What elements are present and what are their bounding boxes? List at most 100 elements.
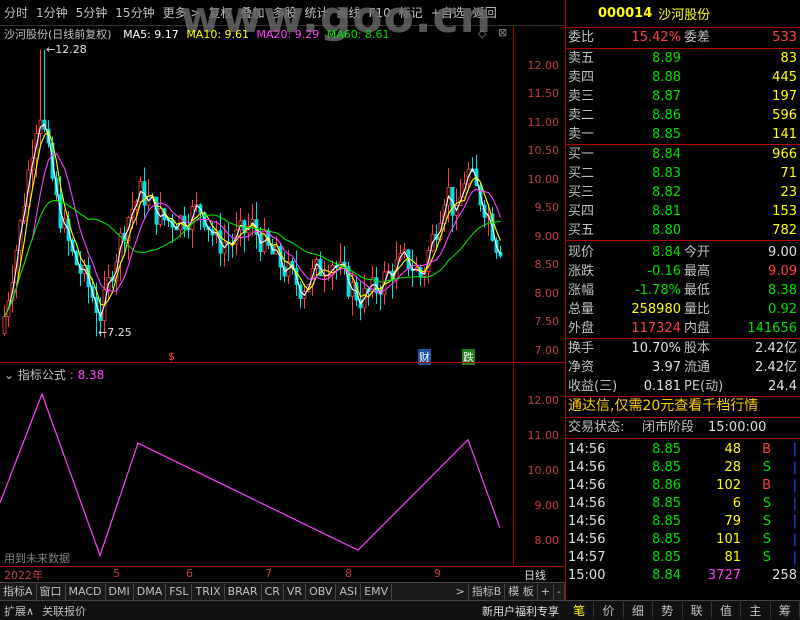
- weibi-value: 15.42%: [631, 30, 681, 45]
- price-tick: 8.00: [534, 286, 560, 300]
- indicator-tick: 11.00: [527, 429, 560, 443]
- tick-side: S: [762, 460, 771, 475]
- fin-label: 净资: [568, 360, 595, 375]
- indicator-tab-8[interactable]: CR: [262, 583, 284, 600]
- tick-time: 14:56: [568, 442, 606, 457]
- tick-bar: |: [792, 460, 797, 475]
- fin-value: 0.181: [643, 379, 681, 394]
- status-label: 交易状态:: [568, 420, 625, 435]
- tick-time: 14:56: [568, 496, 606, 511]
- tick-side: B: [762, 478, 771, 493]
- stat-label: 内盘: [684, 321, 711, 336]
- toolbar-item-3[interactable]: 15分钟: [111, 4, 158, 21]
- toolbar-item-11[interactable]: 标记: [395, 4, 427, 21]
- indicator-tab-3[interactable]: DMI: [106, 583, 134, 600]
- promo-link[interactable]: 新用户福利专享: [478, 603, 563, 619]
- indicator-tab-4[interactable]: DMA: [134, 583, 167, 600]
- indicator-tab-15[interactable]: 模 板: [505, 583, 538, 600]
- price-axis: 12.00 11.50 11.00 10.50 10.00 9.50 9.00 8.50 8.0…: [513, 26, 565, 366]
- indicator-tab-9[interactable]: VR: [284, 583, 307, 600]
- tick-time: 14:56: [568, 460, 606, 475]
- kline-chart[interactable]: [0, 40, 513, 362]
- quote-tab-7[interactable]: 筹: [771, 602, 800, 619]
- toolbar-item-5[interactable]: 复权: [204, 4, 236, 21]
- related-quote-button[interactable]: 关联报价: [38, 603, 90, 619]
- toolbar-item-12[interactable]: +自选: [427, 4, 469, 21]
- stat-value: 9.00: [768, 245, 797, 260]
- price-tick: 11.50: [527, 87, 560, 101]
- quote-tab-0[interactable]: 笔: [565, 602, 595, 619]
- diamond-icon[interactable]: ◇: [478, 27, 486, 40]
- fin-label: 流通: [684, 360, 711, 375]
- period-label[interactable]: 日线: [524, 567, 546, 583]
- toolbar-item-10[interactable]: F10: [365, 6, 395, 20]
- indicator-tab-14[interactable]: 指标B: [469, 583, 506, 600]
- bid-price: 8.81: [652, 204, 681, 219]
- high-annotation: ←12.28: [46, 43, 87, 56]
- indicator-tab-12[interactable]: EMV: [361, 583, 393, 600]
- indicator-tab-0[interactable]: 指标A: [0, 583, 37, 600]
- ask-label: 卖二: [568, 108, 595, 123]
- fin-value: 10.70%: [631, 341, 681, 356]
- ask-volume: 83: [780, 51, 797, 66]
- toolbar-item-1[interactable]: 1分钟: [32, 4, 72, 21]
- indicator-chart[interactable]: [0, 380, 513, 566]
- quote-tab-4[interactable]: 联: [683, 602, 712, 619]
- pane-divider[interactable]: [0, 362, 565, 365]
- stat-label: 总量: [568, 302, 595, 317]
- tick-bar: |: [792, 442, 797, 457]
- quote-row: 买三 8.82 23: [566, 183, 800, 202]
- quote-row: 总量 258980 量比 0.92: [566, 300, 800, 319]
- ask-volume: 445: [772, 70, 797, 85]
- toolbar-item-4[interactable]: 更多 >: [159, 4, 205, 21]
- status-time: 15:00:00: [708, 420, 767, 435]
- bid-label: 买一: [568, 147, 595, 162]
- toolbar-item-13[interactable]: 返回: [469, 4, 501, 21]
- quote-row: 现价 8.84 今开 9.00: [566, 243, 800, 262]
- toolbar-item-7[interactable]: 多股: [268, 4, 300, 21]
- tick-side: S: [762, 550, 771, 565]
- promo-ad[interactable]: 通达信,仅需20元查看千档行情: [568, 397, 758, 416]
- quote-row: 涨跌 -0.16 最高 9.09: [566, 262, 800, 281]
- quote-tab-6[interactable]: 主: [741, 602, 771, 619]
- indicator-tab-1[interactable]: 窗口: [37, 583, 66, 600]
- toolbar-item-8[interactable]: 统计: [301, 4, 333, 21]
- indicator-tab-6[interactable]: TRIX: [192, 583, 225, 600]
- stat-value: 8.38: [768, 283, 797, 298]
- indicator-tab-5[interactable]: FSL: [166, 583, 193, 600]
- quote-row: 14:56 8.85 6 S |: [566, 494, 800, 513]
- bid-label: 买五: [568, 223, 595, 238]
- ask-label: 卖五: [568, 51, 595, 66]
- weibi-label: 委比: [568, 30, 595, 45]
- ask-price: 8.86: [652, 108, 681, 123]
- toolbar-item-9[interactable]: 画线: [333, 4, 365, 21]
- indicator-tab-17[interactable]: -: [554, 583, 565, 600]
- price-tick: 11.00: [527, 115, 560, 129]
- ask-volume: 197: [772, 89, 797, 104]
- tick-bar: |: [792, 550, 797, 565]
- close-icon[interactable]: ⊠: [498, 26, 507, 39]
- month-label: 8: [345, 567, 352, 580]
- indicator-tab-10[interactable]: OBV: [306, 583, 337, 600]
- bid-price: 8.84: [652, 147, 681, 162]
- toolbar-item-6[interactable]: 叠加: [236, 4, 268, 21]
- quote-tab-5[interactable]: 值: [712, 602, 742, 619]
- indicator-tab-7[interactable]: BRAR: [225, 583, 262, 600]
- indicator-tab-11[interactable]: ASI: [336, 583, 362, 600]
- toolbar-item-0[interactable]: 分时: [0, 4, 32, 21]
- quote-tab-1[interactable]: 价: [594, 602, 624, 619]
- bid-volume: 23: [780, 185, 797, 200]
- indicator-tab-16[interactable]: +: [538, 583, 555, 600]
- low-annotation: ←7.25: [98, 326, 132, 339]
- stat-value: 0.92: [768, 302, 797, 317]
- expand-button[interactable]: 扩展∧: [0, 603, 38, 619]
- indicator-tab-13[interactable]: >: [453, 583, 469, 600]
- indicator-tab-2[interactable]: MACD: [66, 583, 106, 600]
- toolbar-item-2[interactable]: 5分钟: [72, 4, 112, 21]
- quote-tab-3[interactable]: 势: [653, 602, 683, 619]
- quote-row: 15:00 8.84 3727 258: [566, 566, 800, 585]
- tick-price: 8.86: [652, 478, 681, 493]
- divider: [566, 438, 800, 439]
- quote-tab-2[interactable]: 细: [624, 602, 654, 619]
- quote-row: 买四 8.81 153: [566, 202, 800, 221]
